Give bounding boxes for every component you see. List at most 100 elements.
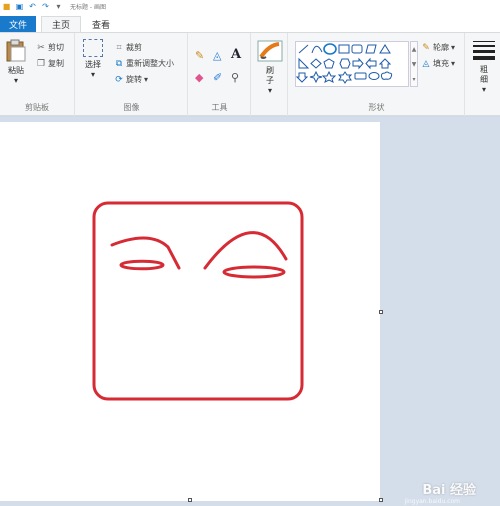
outline-dropdown-icon[interactable]: ▾ <box>451 43 455 52</box>
shape-hexagon-icon <box>339 58 351 69</box>
shape-callout-cloud-icon <box>380 71 393 80</box>
outline-button[interactable]: ✎ 轮廓 ▾ <box>421 42 455 53</box>
shape-curve-icon <box>311 45 323 54</box>
resize-handle-bottom[interactable] <box>188 498 192 502</box>
clipboard-icon <box>6 39 26 62</box>
quick-access-bar: ■ ▣ ↶ ↷ ▾ 无标题 - 画图 <box>0 0 500 13</box>
tools-group: ✎ ◬ A ◆ ✐ ⚲ 工具 <box>189 33 251 116</box>
redo-icon[interactable]: ↷ <box>41 2 50 11</box>
paste-label: 粘贴 <box>8 66 24 75</box>
shape-triangle-icon <box>379 44 391 54</box>
select-rect-icon <box>83 39 103 57</box>
size-dropdown-icon[interactable]: ▾ <box>472 85 496 95</box>
size-button[interactable]: 粗细 ▾ <box>472 39 496 95</box>
watermark-url: jingyan.baidu.com <box>404 498 460 505</box>
paste-button[interactable]: 粘贴 ▾ <box>4 39 28 86</box>
fill-dropdown-icon[interactable]: ▾ <box>451 59 455 68</box>
brushes-group: 刷子 ▾ <box>252 33 288 116</box>
crop-label: 裁剪 <box>126 43 142 52</box>
watermark: Bai 经验 <box>422 483 476 498</box>
shape-oval-icon <box>323 43 337 55</box>
shape-pentagon-icon <box>323 58 335 69</box>
rotate-dropdown-icon[interactable]: ▾ <box>144 75 148 84</box>
clipboard-group: 粘贴 ▾ ✂ 剪切 ❐ 复制 剪贴板 <box>0 33 75 116</box>
shape-right-triangle-icon <box>298 57 310 69</box>
select-dropdown-icon[interactable]: ▾ <box>82 70 104 80</box>
tab-file[interactable]: 文件 <box>0 16 36 32</box>
rotate-button[interactable]: ⟳ 旋转 ▾ <box>114 74 148 85</box>
clipboard-group-label: 剪贴板 <box>25 103 49 112</box>
drawn-left-eye <box>119 259 165 271</box>
shape-rectangle-icon <box>338 44 350 54</box>
outline-brush-icon: ✎ <box>422 42 430 53</box>
shape-down-arrow-icon <box>295 72 309 83</box>
workspace: Bai 经验 jingyan.baidu.com <box>0 117 500 506</box>
drawing-canvas[interactable] <box>0 122 383 502</box>
shape-left-arrow-icon <box>365 57 377 70</box>
shape-six-point-star-icon <box>337 71 353 84</box>
resize-handle-corner[interactable] <box>379 498 383 502</box>
text-icon[interactable]: A <box>231 47 241 62</box>
tab-home[interactable]: 主页 <box>41 16 81 32</box>
resize-label: 重新调整大小 <box>126 59 174 68</box>
shapes-group-label: 形状 <box>368 103 385 112</box>
image-group-label: 图像 <box>123 103 140 112</box>
brushes-dropdown-icon[interactable]: ▾ <box>256 86 284 96</box>
copy-button[interactable]: ❐ 复制 <box>36 58 64 69</box>
customize-dropdown-icon[interactable]: ▾ <box>54 2 63 11</box>
crop-button[interactable]: ⌗ 裁剪 <box>114 42 142 53</box>
rotate-label: 旋转 <box>126 75 142 84</box>
color-picker-icon[interactable]: ✐ <box>213 71 222 84</box>
copy-label: 复制 <box>48 59 64 68</box>
shape-up-arrow-icon <box>378 58 392 69</box>
fill-bucket-icon[interactable]: ◬ <box>213 49 221 62</box>
select-button[interactable]: 选择 ▾ <box>82 39 104 80</box>
resize-button[interactable]: ⧉ 重新调整大小 <box>114 58 174 69</box>
app-icon: ■ <box>2 2 11 11</box>
resize-handle-right[interactable] <box>379 310 383 314</box>
outline-label: 轮廓 <box>433 43 449 52</box>
fill-button[interactable]: ◬ 填充 ▾ <box>421 58 455 69</box>
crop-icon: ⌗ <box>116 42 122 53</box>
copy-icon: ❐ <box>36 58 46 69</box>
window-title: 无标题 - 画图 <box>70 4 106 11</box>
shapes-gallery-icons <box>295 43 393 84</box>
shape-rounded-rect-icon <box>351 44 363 54</box>
resize-icon: ⧉ <box>115 58 123 69</box>
cut-button[interactable]: ✂ 剪切 <box>36 42 64 53</box>
ribbon-tabs: 文件 主页 查看 <box>0 13 500 32</box>
shape-polygon-icon <box>365 44 377 54</box>
fill-label: 填充 <box>433 59 449 68</box>
shape-diamond-icon <box>310 58 322 69</box>
brushes-label: 刷子 <box>266 66 274 85</box>
paste-dropdown-icon[interactable]: ▾ <box>4 76 28 86</box>
brush-icon <box>257 40 283 62</box>
drawn-right-brow <box>203 231 288 270</box>
shape-callout-oval-icon <box>368 72 380 80</box>
pencil-icon[interactable]: ✎ <box>195 49 204 62</box>
drawn-right-eye <box>222 265 286 279</box>
size-label: 粗细 <box>480 65 488 84</box>
shapes-gallery[interactable] <box>295 41 409 87</box>
tools-group-label: 工具 <box>211 103 228 112</box>
save-icon[interactable]: ▣ <box>15 2 24 11</box>
undo-icon[interactable]: ↶ <box>28 2 37 11</box>
shape-five-point-star-icon <box>321 70 337 83</box>
select-label: 选择 <box>85 60 101 69</box>
rotate-icon: ⟳ <box>115 74 123 85</box>
drawn-face-outline <box>92 201 304 401</box>
eraser-icon[interactable]: ◆ <box>195 71 203 84</box>
shape-callout-rect-icon <box>354 72 367 80</box>
fill-icon: ◬ <box>422 58 430 69</box>
image-group: 选择 ▾ ⌗ 裁剪 ⧉ 重新调整大小 ⟳ 旋转 ▾ 图像 <box>76 33 188 116</box>
shapes-scroll[interactable]: ▲ ▼ ▾ <box>410 41 418 87</box>
ribbon: 粘贴 ▾ ✂ 剪切 ❐ 复制 剪贴板 选择 ▾ ⌗ 裁剪 ⧉ 重新调整大小 ⟳ … <box>0 32 500 116</box>
shape-right-arrow-icon <box>352 57 364 70</box>
brushes-button[interactable]: 刷子 ▾ <box>256 39 284 96</box>
tab-view[interactable]: 查看 <box>90 16 112 32</box>
cut-label: 剪切 <box>48 43 64 52</box>
drawing <box>92 201 304 401</box>
shape-line-icon <box>298 44 309 54</box>
magnifier-icon[interactable]: ⚲ <box>231 71 239 84</box>
size-group: 粗细 ▾ <box>466 33 500 116</box>
